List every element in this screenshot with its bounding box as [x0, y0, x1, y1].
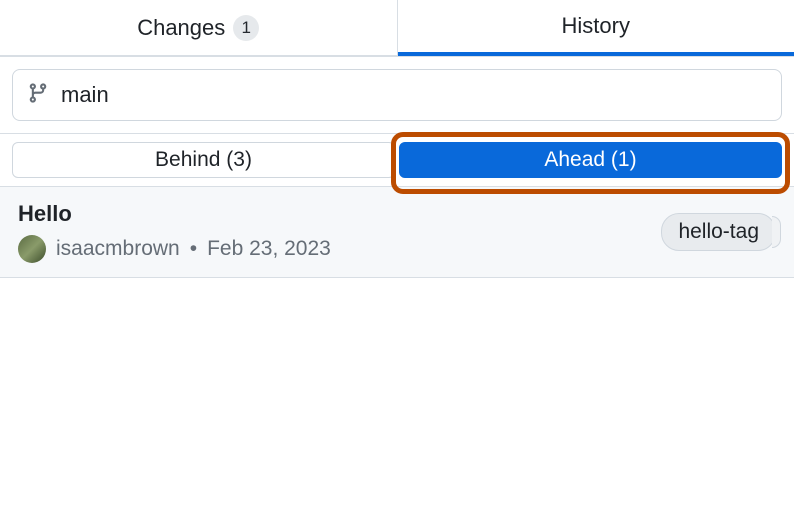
tab-changes-badge: 1	[233, 15, 259, 41]
commit-list: Hello isaacmbrown • Feb 23, 2023 hello-t…	[0, 186, 794, 278]
behind-button[interactable]: Behind (3)	[12, 142, 395, 178]
commit-tag: hello-tag	[661, 213, 776, 251]
commit-meta: isaacmbrown • Feb 23, 2023	[18, 235, 331, 263]
git-branch-icon	[27, 82, 49, 109]
tab-changes-label: Changes	[137, 15, 225, 41]
branch-selector-row: main	[0, 57, 794, 134]
commit-item[interactable]: Hello isaacmbrown • Feb 23, 2023 hello-t…	[0, 187, 794, 278]
tab-history-label: History	[562, 13, 630, 39]
compare-row: Behind (3) Ahead (1)	[0, 134, 794, 186]
commit-tag-label: hello-tag	[678, 220, 759, 243]
ahead-button[interactable]: Ahead (1)	[399, 142, 782, 178]
ahead-label: Ahead (1)	[544, 148, 636, 172]
tab-changes[interactable]: Changes 1	[0, 0, 398, 56]
tab-bar: Changes 1 History	[0, 0, 794, 57]
behind-label: Behind (3)	[155, 148, 252, 172]
commit-main: Hello isaacmbrown • Feb 23, 2023	[18, 201, 331, 263]
branch-name: main	[61, 82, 109, 108]
branch-selector[interactable]: main	[12, 69, 782, 121]
avatar	[18, 235, 46, 263]
commit-title: Hello	[18, 201, 331, 227]
tab-history[interactable]: History	[398, 0, 794, 56]
meta-separator: •	[190, 237, 197, 261]
commit-author: isaacmbrown	[56, 237, 180, 261]
commit-date: Feb 23, 2023	[207, 237, 331, 261]
